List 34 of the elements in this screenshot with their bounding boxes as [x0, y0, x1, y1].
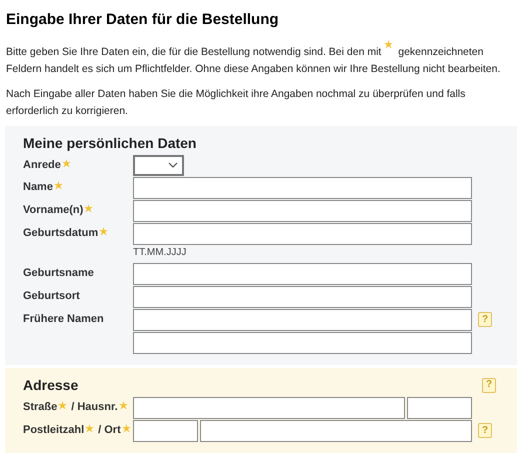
field-label: Frühere Namen [23, 312, 104, 328]
help-button[interactable]: ? [478, 423, 492, 438]
dropdown[interactable] [133, 154, 184, 176]
input-field[interactable] [133, 286, 472, 308]
input-field[interactable] [133, 262, 472, 284]
input-field[interactable] [133, 396, 405, 418]
input-field[interactable] [133, 332, 472, 354]
help-button[interactable]: ? [478, 312, 492, 327]
note-text: Nach Eingabe aller Daten haben Sie die Möglichkeit ihre Angaben nochmal zu überprüfen und falls erforderlich zu korrigieren. [5, 86, 466, 118]
input-field[interactable] [133, 308, 472, 330]
input-field[interactable] [133, 200, 472, 222]
field-label: Anrede [23, 158, 61, 173]
field-label: / Ort [98, 423, 121, 438]
section-heading: Meine persönlichen Daten [23, 134, 196, 153]
field-label: Name [23, 180, 53, 196]
input-field[interactable] [407, 396, 472, 418]
input-field[interactable] [133, 420, 198, 442]
field-label: Postleitzahl [23, 423, 84, 438]
asterisk-icon [384, 40, 394, 48]
input-field[interactable] [133, 176, 472, 198]
field-label: Geburtsdatum [23, 226, 98, 242]
input-field[interactable] [133, 222, 472, 244]
field-label: Straße [23, 400, 58, 416]
format-hint: TT.MM.JJJJ [133, 246, 186, 258]
field-label: Geburtsort [23, 289, 80, 304]
field-label: Vorname(n) [23, 203, 84, 218]
chevron-icon [168, 162, 178, 168]
section-heading: Adresse [23, 376, 78, 394]
page-title: Eingabe Ihrer Daten für die Bestellung [5, 10, 280, 30]
intro-text: Bitte geben Sie Ihre Daten ein, die für die Bestellung notwendig sind. Bei den mit gekennzeichneten Feldern handelt es sich um Pflichtfelder. Ohne diese Angaben können wir Ihre Bestellung nicht bearbeiten. [0, 44, 522, 78]
help-button[interactable]: ? [482, 378, 496, 392]
field-label: / Hausnr. [71, 400, 118, 416]
input-field[interactable] [200, 420, 472, 442]
field-label: Geburtsname [23, 266, 94, 282]
